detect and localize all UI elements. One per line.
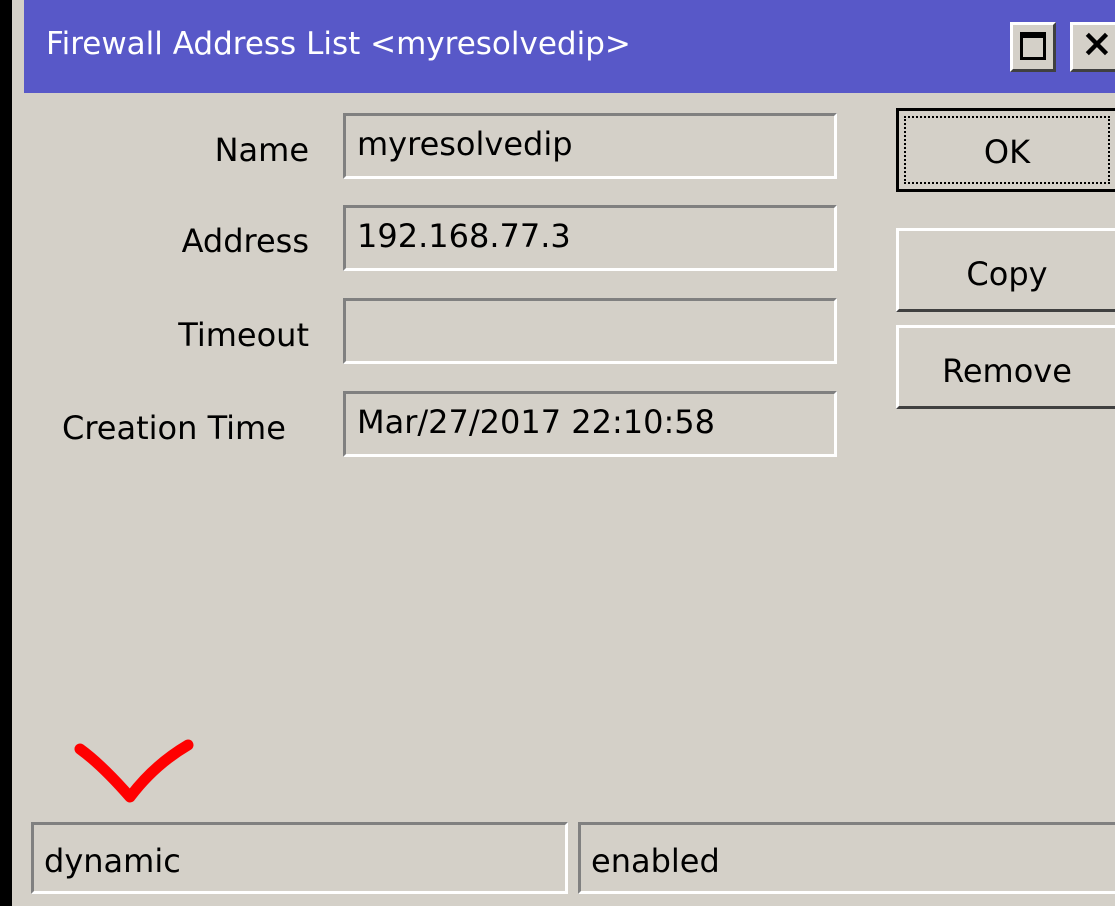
remove-button-label: Remove bbox=[942, 352, 1072, 390]
firewall-address-list-window: Firewall Address List <myresolvedip> × N… bbox=[0, 0, 1115, 906]
status-dynamic: dynamic bbox=[31, 822, 568, 894]
name-field[interactable]: myresolvedip bbox=[343, 113, 837, 179]
red-checkmark-annotation bbox=[74, 739, 194, 803]
name-label: Name bbox=[214, 131, 309, 169]
copy-button-label: Copy bbox=[966, 255, 1048, 293]
close-icon: × bbox=[1081, 21, 1113, 65]
creation-time-label: Creation Time bbox=[62, 409, 286, 447]
address-label: Address bbox=[181, 222, 309, 260]
remove-button[interactable]: Remove bbox=[896, 325, 1115, 409]
timeout-label: Timeout bbox=[178, 316, 309, 354]
close-button[interactable]: × bbox=[1070, 21, 1115, 72]
ok-button-label: OK bbox=[983, 133, 1031, 171]
address-field[interactable]: 192.168.77.3 bbox=[343, 205, 837, 271]
maximize-button[interactable] bbox=[1010, 22, 1056, 72]
creation-time-field: Mar/27/2017 22:10:58 bbox=[343, 391, 837, 457]
status-enabled: enabled bbox=[578, 822, 1115, 894]
title-bar[interactable]: Firewall Address List <myresolvedip> bbox=[24, 0, 1115, 93]
maximize-icon bbox=[1020, 32, 1046, 60]
ok-button[interactable]: OK bbox=[896, 108, 1115, 192]
copy-button[interactable]: Copy bbox=[896, 228, 1115, 312]
window-title: Firewall Address List <myresolvedip> bbox=[46, 26, 631, 62]
timeout-field[interactable] bbox=[343, 298, 837, 364]
